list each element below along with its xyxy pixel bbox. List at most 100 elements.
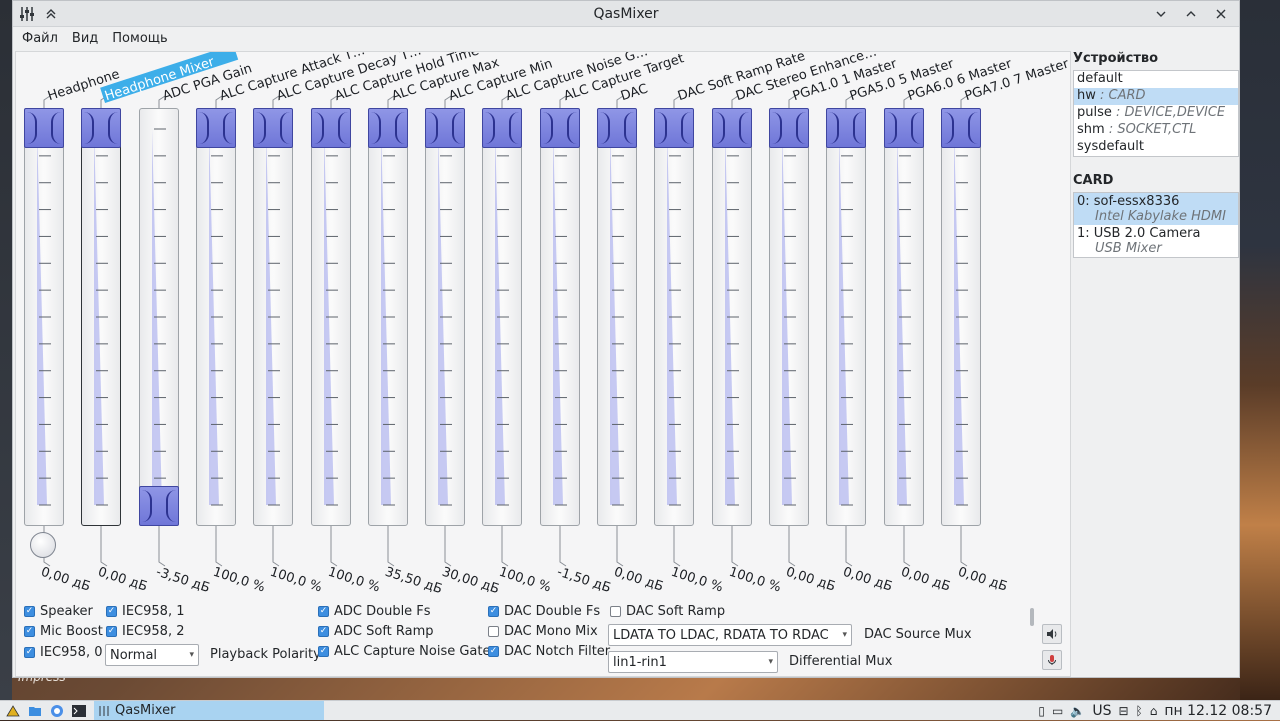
checkbox-dac-double-fs[interactable]: ✓ DAC Double Fs [488,604,600,619]
checkbox-box[interactable]: ✓ [24,647,35,658]
checkbox-dac-mono-mix[interactable]: DAC Mono Mix [488,624,598,639]
checkbox-alc-capture-noise-gate[interactable]: ✓ ALC Capture Noise Gate [318,644,491,659]
slider-7[interactable] [425,52,465,572]
slider-handle[interactable] [597,108,637,148]
app-menu-icon[interactable] [4,703,22,719]
slider-6[interactable] [368,52,408,572]
slider-track[interactable] [81,108,121,526]
slider-10[interactable] [597,52,637,572]
slider-track[interactable] [597,108,637,526]
volume-icon[interactable]: 🔈 [1070,704,1085,718]
slider-handle[interactable] [311,108,351,148]
slider-12[interactable] [712,52,752,572]
slider-0[interactable] [24,52,64,572]
menu-help[interactable]: Помощь [105,31,174,46]
terminal-icon[interactable] [70,703,88,719]
slider-track[interactable] [712,108,752,526]
playback-polarity-select[interactable]: Normal ▾ [105,644,199,666]
notifications-icon[interactable]: ⌂ [1150,704,1158,718]
titlebar[interactable]: QasMixer [13,1,1239,27]
slider-handle[interactable] [81,108,121,148]
menu-file[interactable]: Файл [15,31,65,46]
keyboard-layout[interactable]: US [1092,703,1111,719]
device-item-sysdefault[interactable]: sysdefault [1074,139,1238,156]
device-item-pulse[interactable]: pulse : DEVICE,DEVICE [1074,105,1238,122]
checkbox-box[interactable]: ✓ [24,626,35,637]
slider-15[interactable] [884,52,924,572]
slider-track[interactable] [425,108,465,526]
checkbox-dac-notch-filter[interactable]: ✓ DAC Notch Filter [488,644,610,659]
scrollbar-handle[interactable] [1030,608,1034,626]
slider-3[interactable] [196,52,236,572]
checkbox-box[interactable] [488,626,499,637]
slider-handle[interactable] [712,108,752,148]
slider-9[interactable] [540,52,580,572]
card-item[interactable]: 0: sof-essx8336 Intel Kabylake HDMI [1074,193,1238,225]
network-icon[interactable]: ⊟ [1118,704,1128,718]
slider-track[interactable] [482,108,522,526]
slider-13[interactable] [769,52,809,572]
checkbox-box[interactable]: ✓ [318,626,329,637]
slider-track[interactable] [826,108,866,526]
slider-handle[interactable] [884,108,924,148]
bluetooth-icon[interactable]: ᛒ [1136,704,1143,718]
checkbox-iec958-2[interactable]: ✓ IEC958, 2 [106,624,184,639]
slider-handle[interactable] [826,108,866,148]
checkbox-box[interactable]: ✓ [488,646,499,657]
slider-11[interactable] [654,52,694,572]
checkbox-box[interactable]: ✓ [24,606,35,617]
slider-4[interactable] [253,52,293,572]
slider-16[interactable] [941,52,981,572]
slider-track[interactable] [368,108,408,526]
slider-14[interactable] [826,52,866,572]
maximize-icon[interactable] [1183,6,1199,22]
slider-handle[interactable] [769,108,809,148]
slider-track[interactable] [311,108,351,526]
slider-5[interactable] [311,52,351,572]
checkbox-box[interactable]: ✓ [318,646,329,657]
slider-handle[interactable] [425,108,465,148]
checkbox-mic-boost[interactable]: ✓ Mic Boost [24,624,103,639]
slider-handle[interactable] [368,108,408,148]
dac-source-mux-select[interactable]: LDATA TO LDAC, RDATA TO RDAC ▾ [608,624,852,646]
slider-handle[interactable] [139,486,179,526]
device-item-hw[interactable]: hw : CARD [1074,88,1238,105]
playback-speaker-button[interactable] [1042,624,1062,644]
slider-handle[interactable] [941,108,981,148]
clock[interactable]: пн 12.12 08:57 [1164,703,1272,719]
checkbox-box[interactable]: ✓ [106,626,117,637]
taskbar-task-qasmixer[interactable]: QasMixer [94,701,324,720]
keep-above-icon[interactable] [43,6,59,22]
checkbox-box[interactable]: ✓ [106,606,117,617]
slider-track[interactable] [253,108,293,526]
checkbox-box[interactable] [610,606,621,617]
slider-1[interactable] [81,52,121,572]
slider-track[interactable] [540,108,580,526]
slider-handle[interactable] [654,108,694,148]
slider-track[interactable] [654,108,694,526]
slider-track[interactable] [769,108,809,526]
card-item[interactable]: 1: USB 2.0 Camera USB Mixer [1074,225,1238,257]
checkbox-iec958-1[interactable]: ✓ IEC958, 1 [106,604,184,619]
checkbox-speaker[interactable]: ✓ Speaker [24,604,93,619]
slider-handle[interactable] [253,108,293,148]
slider-track[interactable] [139,108,179,526]
slider-track[interactable] [24,108,64,526]
browser-icon[interactable] [48,703,66,719]
checkbox-adc-soft-ramp[interactable]: ✓ ADC Soft Ramp [318,624,434,639]
close-icon[interactable] [1213,6,1229,22]
slider-handle[interactable] [482,108,522,148]
checkbox-dac-soft-ramp[interactable]: DAC Soft Ramp [610,604,725,619]
file-manager-icon[interactable] [26,703,44,719]
slider-handle[interactable] [196,108,236,148]
capture-microphone-button[interactable] [1042,650,1062,670]
minimize-icon[interactable] [1153,6,1169,22]
slider-8[interactable] [482,52,522,572]
slider-track[interactable] [941,108,981,526]
differential-mux-select[interactable]: lin1-rin1 ▾ [608,651,778,673]
checkbox-box[interactable]: ✓ [318,606,329,617]
checkbox-adc-double-fs[interactable]: ✓ ADC Double Fs [318,604,431,619]
clipboard-icon[interactable]: ▯ [1038,704,1045,718]
checkbox-iec958-0[interactable]: ✓ IEC958, 0 [24,645,102,660]
slider-2[interactable] [139,52,179,572]
